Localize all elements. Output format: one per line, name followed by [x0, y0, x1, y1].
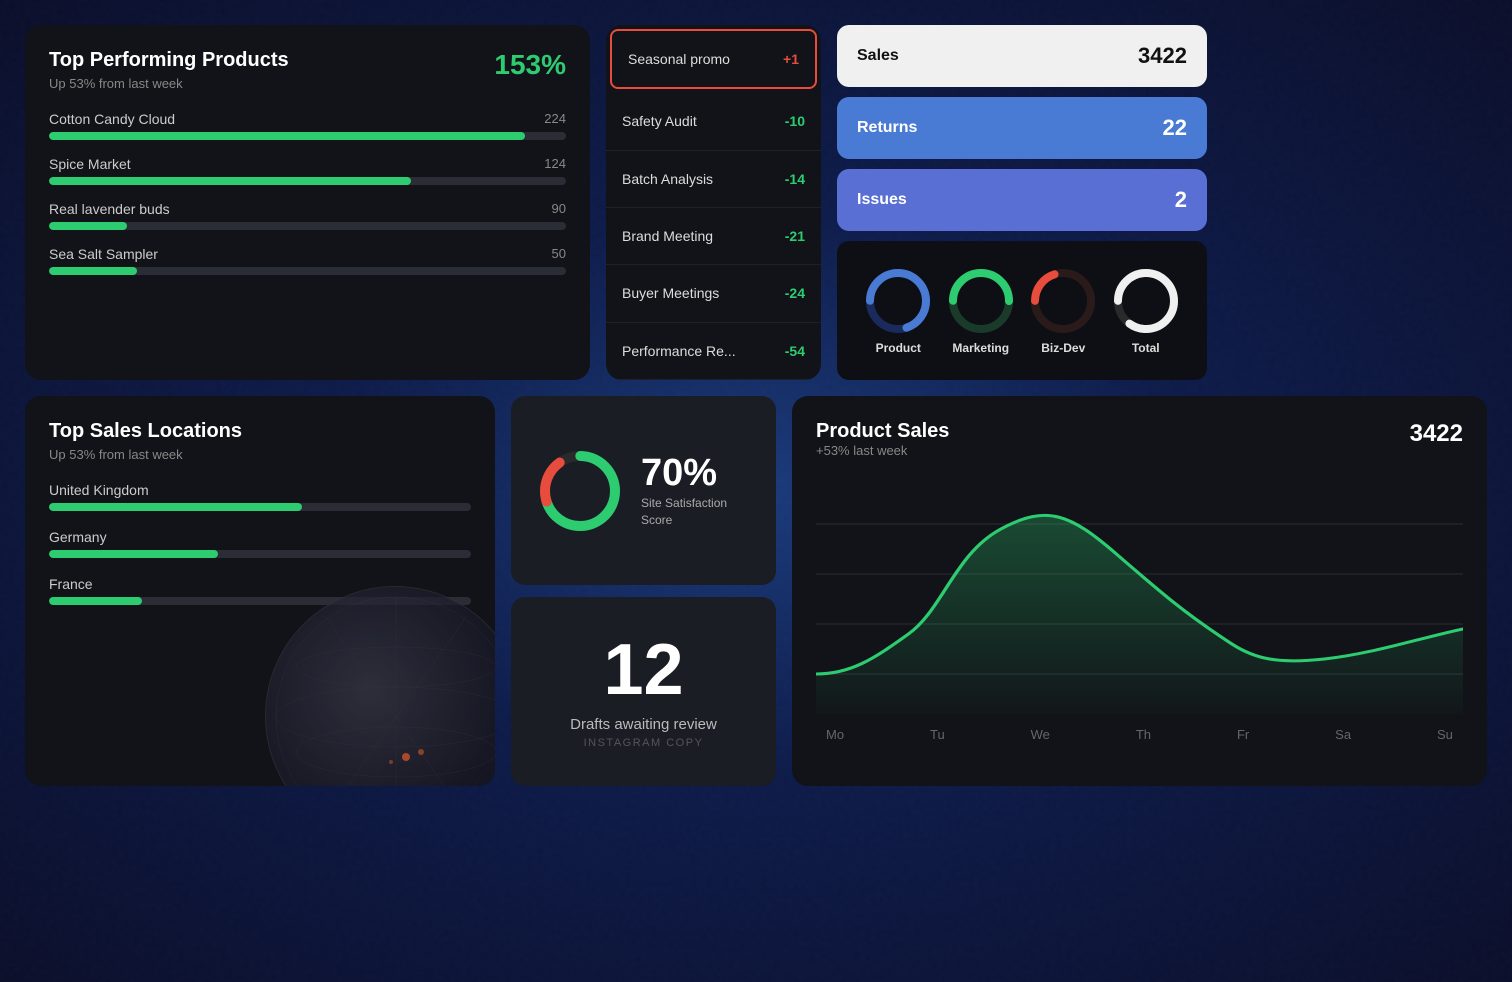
- chart-header: Product Sales +53% last week 3422: [816, 420, 1463, 470]
- chart-value: 3422: [1410, 420, 1463, 448]
- product-sales-card: Product Sales +53% last week 3422: [792, 396, 1487, 786]
- agenda-name: Batch Analysis: [622, 171, 713, 187]
- product-item: Spice Market 124: [49, 156, 566, 185]
- drafts-sublabel: INSTAGRAM COPY: [584, 737, 704, 749]
- agenda-name: Brand Meeting: [622, 228, 713, 244]
- returns-label: Returns: [857, 119, 917, 137]
- location-name: Germany: [49, 529, 471, 545]
- product-item: Sea Salt Sampler 50: [49, 246, 566, 275]
- product-value: 124: [544, 156, 566, 172]
- agenda-name: Safety Audit: [622, 113, 697, 129]
- donut-label: Total: [1132, 341, 1160, 355]
- agenda-item[interactable]: Safety Audit -10: [606, 93, 821, 150]
- agenda-delta: -54: [785, 343, 805, 359]
- top-locations-title: Top Sales Locations: [49, 420, 471, 443]
- chart-subtitle: +53% last week: [816, 443, 949, 458]
- chart-days: Mo Tu We Th Fr Sa Su: [816, 727, 1463, 742]
- sales-metric: Sales 3422: [837, 25, 1207, 87]
- satisfaction-pct: 70%: [641, 452, 727, 495]
- agenda-name: Buyer Meetings: [622, 285, 719, 301]
- sales-chart: [816, 474, 1463, 714]
- donut-item: Product: [864, 267, 932, 355]
- product-value: 224: [544, 111, 566, 127]
- drafts-number: 12: [603, 634, 683, 706]
- satisfaction-card: 70% Site Satisfaction Score: [511, 396, 776, 585]
- top-products-percentage: 153%: [494, 49, 566, 81]
- drafts-card: 12 Drafts awaiting review INSTAGRAM COPY: [511, 597, 776, 786]
- sales-label: Sales: [857, 47, 899, 65]
- issues-metric: Issues 2: [837, 169, 1207, 231]
- agenda-name: Performance Re...: [622, 343, 736, 359]
- products-list: Cotton Candy Cloud 224 Spice Market 124 …: [49, 111, 566, 275]
- agenda-delta: -14: [785, 171, 805, 187]
- returns-metric: Returns 22: [837, 97, 1207, 159]
- donut-label: Product: [876, 341, 921, 355]
- top-locations-card: Top Sales Locations Up 53% from last wee…: [25, 396, 495, 786]
- returns-value: 22: [1163, 115, 1187, 141]
- donut-item: Biz-Dev: [1029, 267, 1097, 355]
- location-item: Germany: [49, 529, 471, 558]
- product-name: Cotton Candy Cloud: [49, 111, 175, 127]
- globe-decoration: [265, 586, 495, 786]
- satisfaction-text: 70% Site Satisfaction Score: [641, 452, 727, 529]
- satisfaction-label: Site Satisfaction Score: [641, 495, 727, 529]
- donut-svg: [864, 267, 932, 335]
- location-name: United Kingdom: [49, 482, 471, 498]
- agenda-item[interactable]: Brand Meeting -21: [606, 208, 821, 265]
- sales-value: 3422: [1138, 43, 1187, 69]
- globe-svg: [266, 587, 495, 786]
- donut-label: Biz-Dev: [1041, 341, 1085, 355]
- donut-item: Marketing: [947, 267, 1015, 355]
- agenda-delta: +1: [783, 51, 799, 67]
- agenda-item[interactable]: Performance Re... -54: [606, 323, 821, 380]
- top-products-subtitle: Up 53% from last week: [49, 76, 566, 91]
- donuts-panel: Product Marketing Biz-Dev Total: [837, 241, 1207, 380]
- agenda-item[interactable]: Seasonal promo +1: [610, 29, 817, 89]
- product-value: 50: [552, 246, 566, 262]
- agenda-delta: -24: [785, 285, 805, 301]
- top-locations-subtitle: Up 53% from last week: [49, 447, 471, 462]
- agenda-delta: -10: [785, 113, 805, 129]
- top-products-card: Top Performing Products Up 53% from last…: [25, 25, 590, 380]
- agenda-item[interactable]: Buyer Meetings -24: [606, 265, 821, 322]
- product-value: 90: [552, 201, 566, 217]
- product-name: Real lavender buds: [49, 201, 170, 217]
- product-item: Real lavender buds 90: [49, 201, 566, 230]
- drafts-label: Drafts awaiting review: [570, 716, 717, 733]
- product-name: Sea Salt Sampler: [49, 246, 158, 262]
- product-item: Cotton Candy Cloud 224: [49, 111, 566, 140]
- donut-svg: [1112, 267, 1180, 335]
- donut-svg: [947, 267, 1015, 335]
- chart-title: Product Sales: [816, 420, 949, 443]
- agenda-list: Seasonal promo +1 Safety Audit -10 Batch…: [606, 25, 821, 380]
- donut-label: Marketing: [952, 341, 1009, 355]
- issues-label: Issues: [857, 191, 907, 209]
- agenda-name: Seasonal promo: [628, 51, 730, 67]
- agenda-item[interactable]: Batch Analysis -14: [606, 151, 821, 208]
- issues-value: 2: [1175, 187, 1187, 213]
- satisfaction-donut: [535, 446, 625, 536]
- agenda-delta: -21: [785, 228, 805, 244]
- donut-item: Total: [1112, 267, 1180, 355]
- location-item: United Kingdom: [49, 482, 471, 511]
- donut-svg: [1029, 267, 1097, 335]
- top-products-title: Top Performing Products: [49, 49, 566, 72]
- product-name: Spice Market: [49, 156, 131, 172]
